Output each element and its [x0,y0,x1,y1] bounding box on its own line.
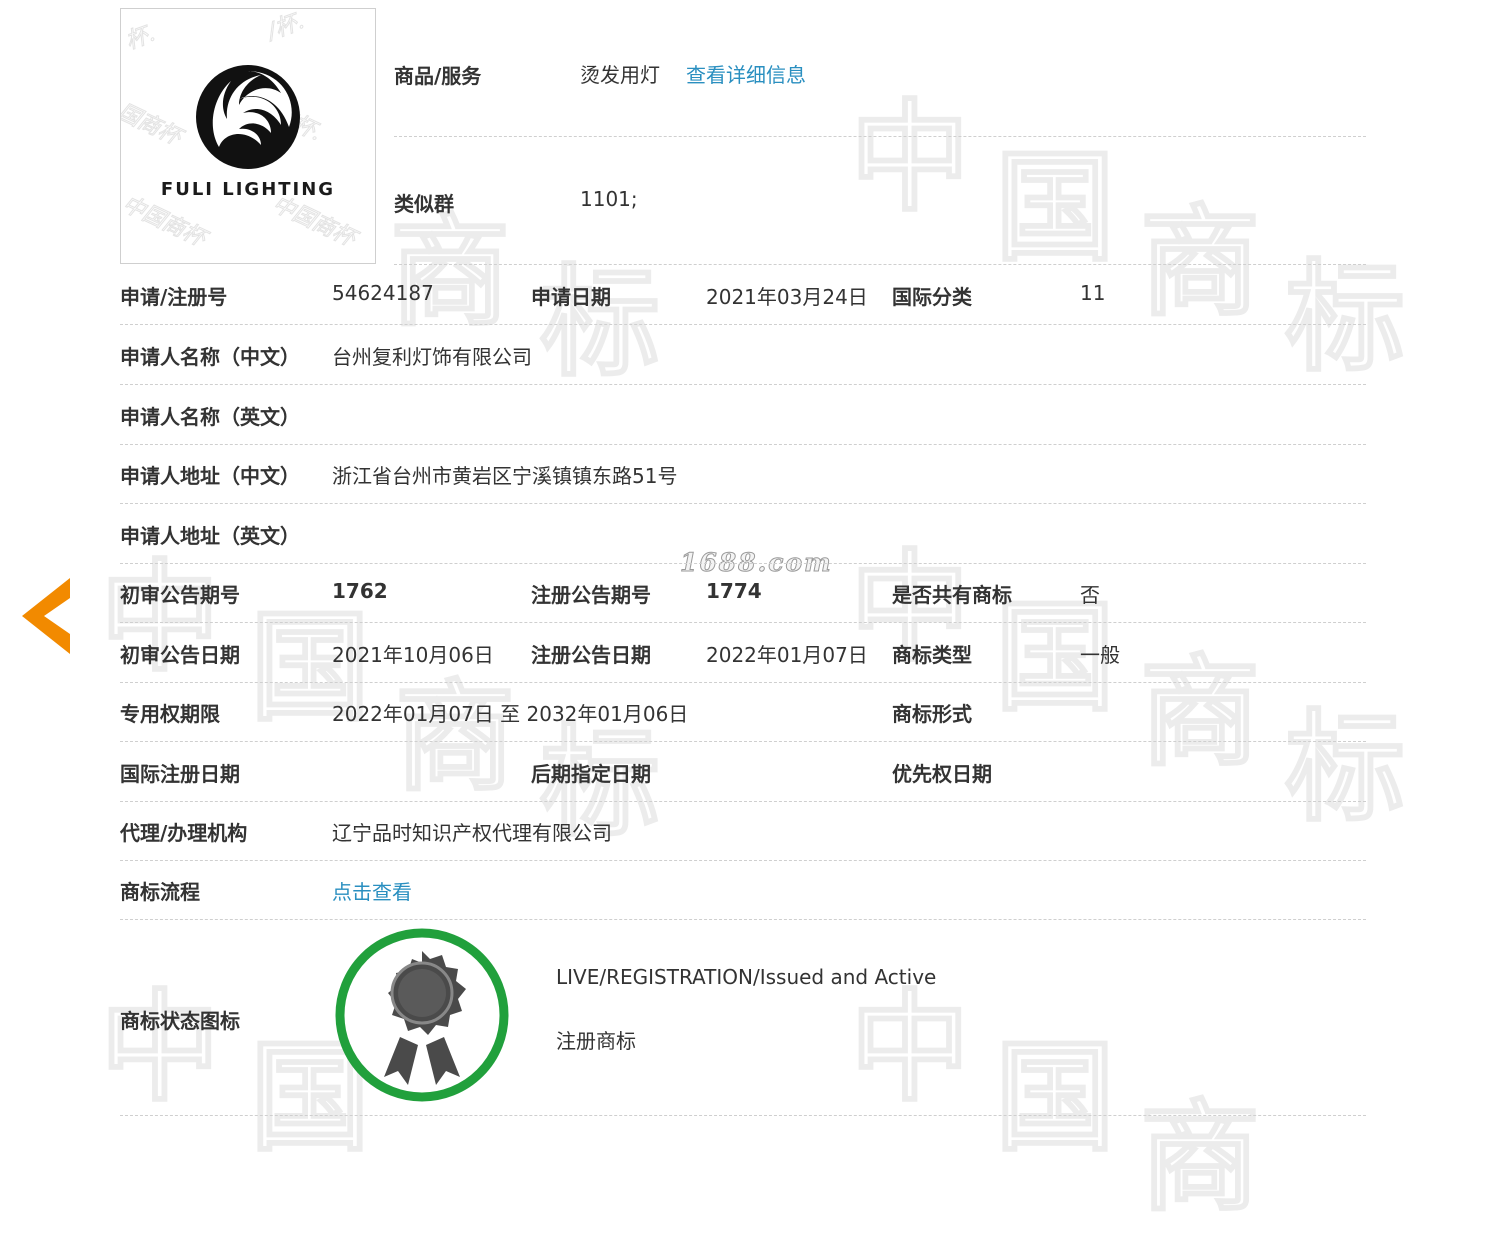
prelim-issue-value: 1762 [332,579,388,603]
svg-text:国商杯: 国商杯 [121,100,188,152]
reg-date-label: 注册公告日期 [531,643,651,667]
announcement-date-row: 初审公告日期 2021年10月06日 注册公告日期 2022年01月07日 商标… [120,623,1366,683]
process-label: 商标流程 [120,880,200,904]
mark-form-label: 商标形式 [892,702,972,726]
reg-issue-value: 1774 [706,579,762,603]
agency-row: 代理/办理机构 辽宁品时知识产权代理有限公司 [120,801,1366,861]
shared-mark-value: 否 [1080,583,1100,607]
agency-label: 代理/办理机构 [120,821,248,845]
status-row: 商标状态图标 LIVE/REGISTRATION/Issued and Acti… [120,919,1366,1116]
trademark-logo-graphic: 杯. /杯. 国商杯 商杯. 中国商杯 中国商杯 [121,9,363,254]
prelim-date-label: 初审公告日期 [120,643,240,667]
announcement-issue-row: 初审公告期号 1762 注册公告期号 1774 是否共有商标 否 [120,563,1366,623]
svg-text:/杯.: /杯. [263,9,308,45]
prelim-issue-label: 初审公告期号 [120,583,240,607]
intl-dates-row: 国际注册日期 后期指定日期 优先权日期 [120,742,1366,802]
application-row: 申请/注册号 54624187 申请日期 2021年03月24日 国际分类 11 [120,265,1366,325]
application-no-value: 54624187 [332,281,434,305]
svg-text:杯.: 杯. [123,21,159,54]
prelim-date-value: 2021年10月06日 [332,643,494,667]
address-cn-value: 浙江省台州市黄岩区宁溪镇镇东路51号 [332,464,678,488]
status-label: 商标状态图标 [120,1009,240,1033]
logo-text: FULI LIGHTING [160,179,336,200]
goods-services-row: 商品/服务 烫发用灯 查看详细信息 [394,8,1366,137]
status-line2: 注册商标 [556,1029,636,1053]
mark-type-value: 一般 [1080,643,1120,667]
address-en-row: 申请人地址（英文） [120,504,1366,564]
application-no-label: 申请/注册号 [120,285,228,309]
similar-group-row: 类似群 1101; [394,136,1366,265]
shared-mark-label: 是否共有商标 [892,583,1012,607]
agency-value: 辽宁品时知识产权代理有限公司 [332,821,612,845]
applicant-cn-value: 台州复利灯饰有限公司 [332,345,532,369]
applicant-en-row: 申请人名称（英文） [120,385,1366,445]
goods-label: 商品/服务 [394,64,482,88]
address-cn-label: 申请人地址（中文） [120,464,300,488]
reg-date-value: 2022年01月07日 [706,643,868,667]
process-link[interactable]: 点击查看 [332,876,412,905]
goods-value: 烫发用灯 [580,63,660,87]
svg-text:中国商杯: 中国商杯 [121,192,212,254]
priority-date-label: 优先权日期 [892,762,992,786]
application-date-label: 申请日期 [531,285,611,309]
svg-text:中国商杯: 中国商杯 [268,192,362,254]
application-date-value: 2021年03月24日 [706,285,868,309]
similar-group-value: 1101; [580,187,638,211]
exclusive-period-row: 专用权期限 2022年01月07日 至 2032年01月06日 商标形式 [120,682,1366,742]
intl-class-label: 国际分类 [892,285,972,309]
mark-type-label: 商标类型 [892,643,972,667]
goods-detail-link[interactable]: 查看详细信息 [686,59,806,88]
later-designation-label: 后期指定日期 [531,762,651,786]
address-en-label: 申请人地址（英文） [120,524,300,548]
trademark-image: 杯. /杯. 国商杯 商杯. 中国商杯 中国商杯 FULI LIGHTING [120,8,376,264]
intl-class-value: 11 [1080,281,1106,305]
applicant-en-label: 申请人名称（英文） [120,405,300,429]
prev-arrow-button[interactable] [22,578,74,658]
exclusive-period-label: 专用权期限 [120,702,220,726]
address-cn-row: 申请人地址（中文） 浙江省台州市黄岩区宁溪镇镇东路51号 [120,444,1366,504]
exclusive-period-value: 2022年01月07日 至 2032年01月06日 [332,702,689,726]
chevron-left-icon [22,578,70,654]
status-line1: LIVE/REGISTRATION/Issued and Active [556,965,937,989]
intl-reg-date-label: 国际注册日期 [120,762,240,786]
registered-medal-icon [335,928,509,1102]
similar-group-label: 类似群 [394,192,454,216]
applicant-cn-label: 申请人名称（中文） [120,345,300,369]
applicant-cn-row: 申请人名称（中文） 台州复利灯饰有限公司 [120,325,1366,385]
reg-issue-label: 注册公告期号 [531,583,651,607]
process-row: 商标流程 点击查看 [120,860,1366,920]
